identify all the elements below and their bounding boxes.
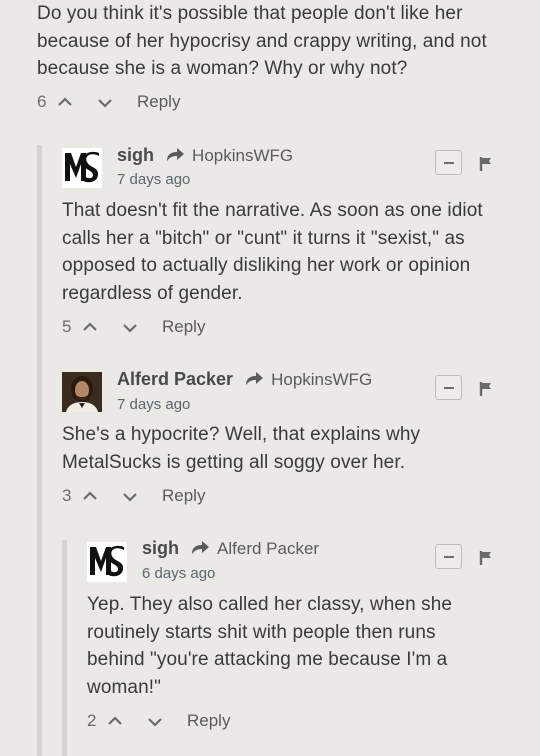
flag-icon[interactable] bbox=[479, 156, 493, 172]
comment-text: She's a hypocrite? Well, that explains w… bbox=[62, 424, 421, 473]
flag-icon[interactable] bbox=[479, 550, 493, 566]
vote-bar: 2 Reply bbox=[87, 708, 230, 734]
reply-arrow-icon bbox=[246, 372, 264, 385]
upvote-icon[interactable] bbox=[80, 486, 100, 506]
upvote-icon[interactable] bbox=[55, 92, 75, 112]
comment-timestamp[interactable]: 6 days ago bbox=[142, 565, 215, 582]
user-photo-icon bbox=[62, 372, 102, 412]
author-name[interactable]: Alferd Packer bbox=[117, 369, 233, 389]
flag-icon[interactable] bbox=[479, 381, 493, 397]
reply-link[interactable]: Reply bbox=[137, 92, 180, 112]
avatar[interactable] bbox=[62, 148, 102, 188]
vote-bar: 3 Reply bbox=[62, 483, 205, 509]
collapse-button[interactable] bbox=[435, 375, 462, 400]
downvote-icon[interactable] bbox=[120, 317, 140, 337]
parent-author-link[interactable]: HopkinsWFG bbox=[192, 146, 293, 165]
downvote-icon[interactable] bbox=[120, 486, 140, 506]
collapse-button[interactable] bbox=[435, 150, 462, 175]
reply-link[interactable]: Reply bbox=[187, 711, 230, 731]
metalsucks-logo-icon bbox=[62, 148, 102, 188]
downvote-icon[interactable] bbox=[95, 92, 115, 112]
parent-author-link[interactable]: Alferd Packer bbox=[217, 539, 319, 558]
author-name[interactable]: sigh bbox=[142, 538, 179, 558]
thread-line-level2 bbox=[62, 540, 67, 756]
upvote-icon[interactable] bbox=[105, 711, 125, 731]
vote-bar: 6 Reply bbox=[37, 89, 180, 115]
comment-text: Yep. They also called her classy, when s… bbox=[87, 594, 453, 698]
avatar[interactable] bbox=[87, 542, 127, 582]
reply-arrow-icon bbox=[167, 148, 185, 161]
thread-line-level1 bbox=[37, 145, 42, 756]
metalsucks-logo-icon bbox=[87, 542, 127, 582]
reply-link[interactable]: Reply bbox=[162, 317, 205, 337]
collapse-button[interactable] bbox=[435, 544, 462, 569]
vote-bar: 5 Reply bbox=[62, 314, 205, 340]
comment-author: Alferd Packer HopkinsWFG bbox=[117, 369, 372, 390]
comment-timestamp[interactable]: 7 days ago bbox=[117, 171, 190, 188]
avatar[interactable] bbox=[62, 372, 102, 412]
author-name[interactable]: sigh bbox=[117, 145, 154, 165]
parent-author-link[interactable]: HopkinsWFG bbox=[271, 370, 372, 389]
comment-author: sigh HopkinsWFG bbox=[117, 145, 293, 166]
comment-text: Do you think it's possible that people d… bbox=[37, 3, 487, 79]
vote-count: 6 bbox=[37, 92, 47, 111]
vote-count: 3 bbox=[62, 486, 72, 505]
reply-link[interactable]: Reply bbox=[162, 486, 205, 506]
comment-author: sigh Alferd Packer bbox=[142, 538, 319, 559]
comment-text: That doesn't fit the narrative. As soon … bbox=[62, 200, 483, 304]
vote-count: 5 bbox=[62, 317, 72, 336]
vote-count: 2 bbox=[87, 711, 97, 730]
upvote-icon[interactable] bbox=[80, 317, 100, 337]
downvote-icon[interactable] bbox=[145, 711, 165, 731]
comment-timestamp[interactable]: 7 days ago bbox=[117, 396, 190, 413]
reply-arrow-icon bbox=[192, 541, 210, 554]
